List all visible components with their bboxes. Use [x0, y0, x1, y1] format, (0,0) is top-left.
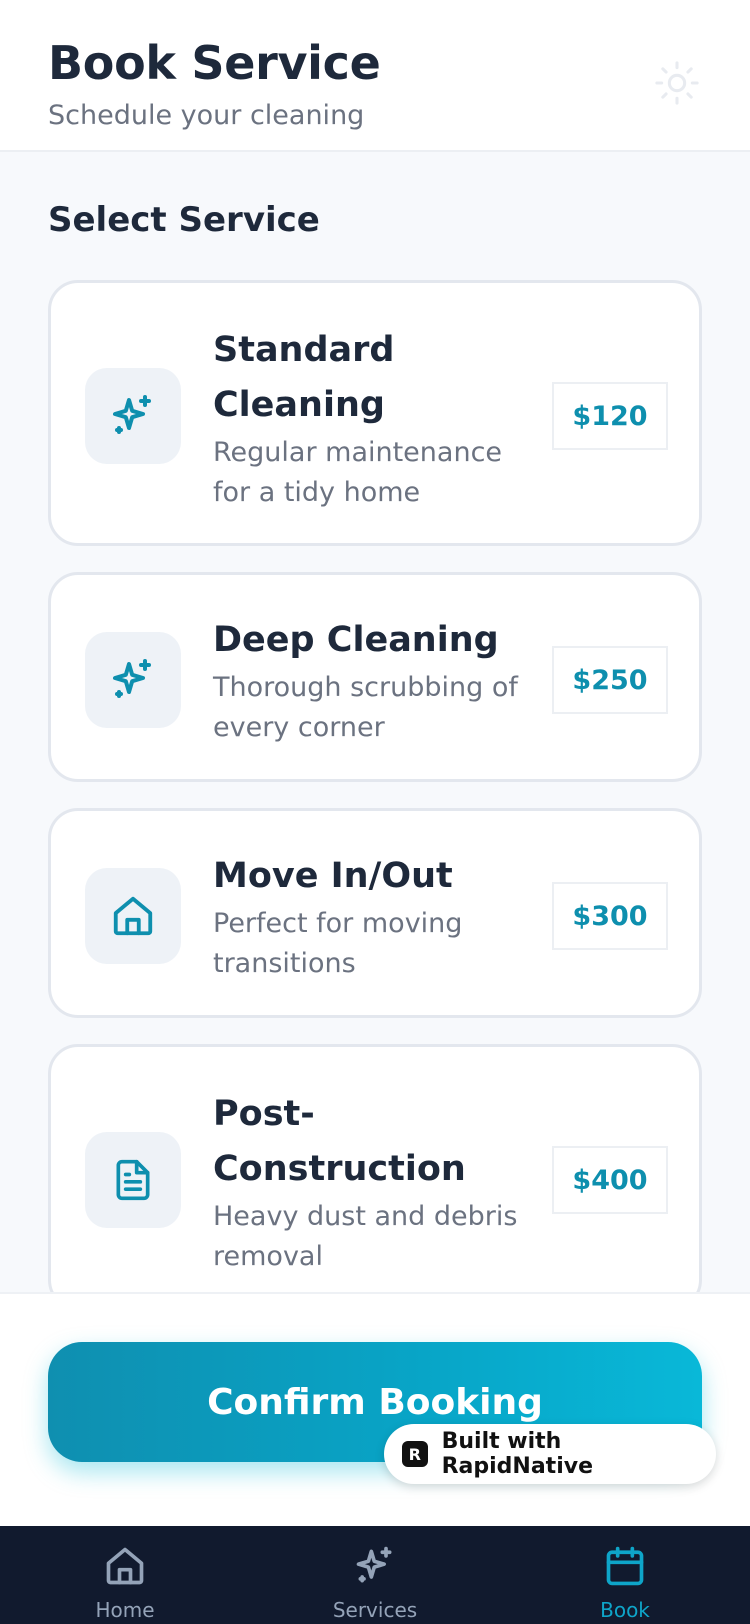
service-card-standard[interactable]: Standard Cleaning Regular maintenance fo…	[48, 280, 702, 546]
sparkles-icon	[356, 1546, 392, 1583]
home-icon	[113, 896, 153, 936]
service-card-deep[interactable]: Deep Cleaning Thorough scrubbing of ever…	[48, 572, 702, 782]
price-badge: $120	[552, 382, 668, 450]
sparkles-icon	[113, 659, 151, 698]
service-name: Standard Cleaning	[213, 330, 395, 425]
rapidnative-badge-text: Built with RapidNative	[441, 1429, 593, 1479]
tab-services[interactable]: Services	[250, 1526, 500, 1624]
service-icon-box	[85, 368, 181, 464]
service-icon-box	[85, 1132, 181, 1228]
service-description: Thorough scrubbing of every corner	[213, 672, 518, 743]
app-header: Book Service Schedule your cleaning	[0, 0, 750, 152]
document-icon	[116, 1159, 150, 1201]
rapidnative-badge[interactable]: R Built with RapidNative	[384, 1424, 716, 1484]
service-description: Heavy dust and debris removal	[213, 1201, 518, 1272]
service-name: Move In/Out	[213, 856, 453, 896]
sparkles-icon	[113, 395, 151, 434]
tab-label: Home	[95, 1598, 155, 1622]
page-title: Book Service	[48, 36, 381, 90]
service-icon-box	[85, 868, 181, 964]
calendar-icon	[606, 1546, 644, 1586]
service-card-post-construction[interactable]: Post-Construction Heavy dust and debris …	[48, 1044, 702, 1310]
service-description: Perfect for moving transitions	[213, 908, 463, 979]
price-badge: $400	[552, 1146, 668, 1214]
section-title: Select Service	[48, 200, 320, 240]
theme-toggle-button[interactable]	[652, 58, 702, 108]
service-card-move[interactable]: Move In/Out Perfect for moving transitio…	[48, 808, 702, 1018]
price-badge: $250	[552, 646, 668, 714]
tab-label: Book	[600, 1598, 650, 1622]
price-badge: $300	[552, 882, 668, 950]
page-subtitle: Schedule your cleaning	[48, 100, 365, 131]
home-icon	[106, 1547, 144, 1585]
tab-label: Services	[332, 1598, 418, 1622]
rapidnative-logo-icon: R	[402, 1441, 428, 1467]
bottom-tab-bar: Home Services Book	[0, 1526, 750, 1624]
service-name: Deep Cleaning	[213, 620, 499, 660]
sun-icon	[655, 61, 699, 105]
service-description: Regular maintenance for a tidy home	[213, 437, 503, 508]
service-name: Post-Construction	[213, 1094, 466, 1189]
tab-book[interactable]: Book	[500, 1526, 750, 1624]
service-icon-box	[85, 632, 181, 728]
tab-home[interactable]: Home	[0, 1526, 250, 1624]
